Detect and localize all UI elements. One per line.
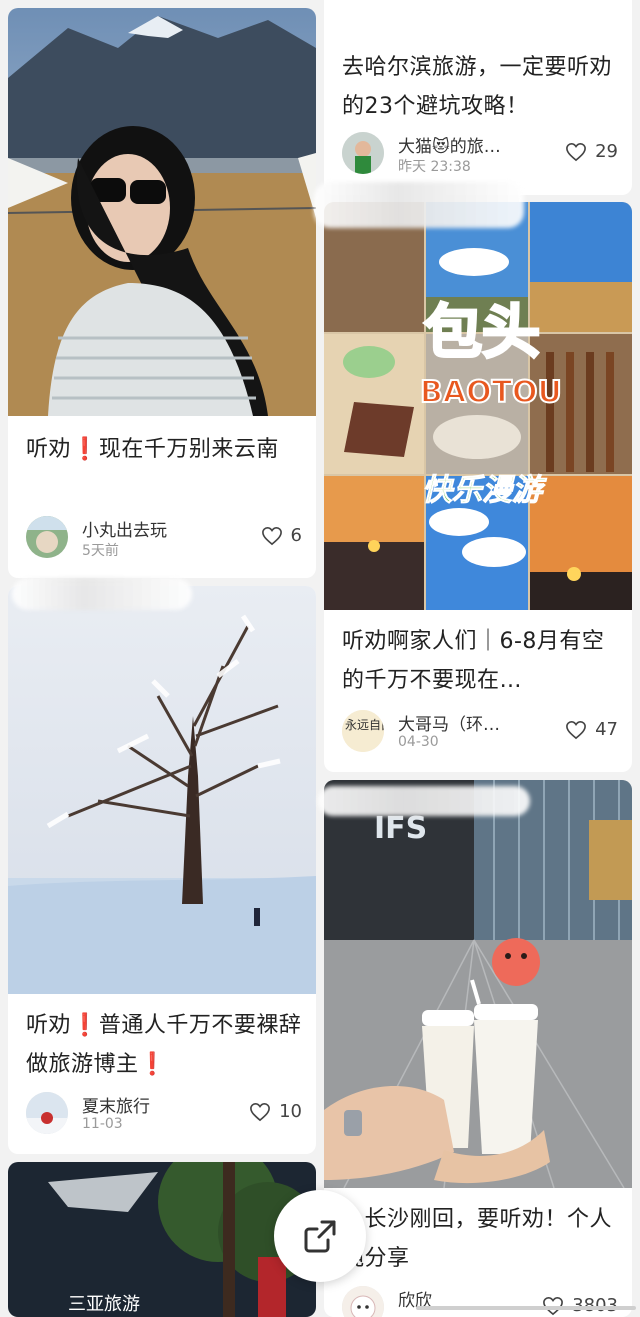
feed-card-yunnan[interactable]: 听劝❗现在千万别来云南 小丸出去玩 5天前 6 xyxy=(8,8,316,578)
card-title: 去哈尔滨旅游，一定要听劝的23个避坑攻略！ xyxy=(342,55,613,119)
share-external-icon xyxy=(304,1220,336,1253)
image-title-text: 包头 xyxy=(424,298,540,366)
like-count: 29 xyxy=(595,141,618,162)
author-name[interactable]: 大哥马（环… xyxy=(398,710,500,735)
feed-card-harbin[interactable]: 去哈尔滨旅游，一定要听劝的23个避坑攻略！ 大猫😻的旅… 昨天 23:38 29 xyxy=(324,0,632,195)
feed-card-sanya[interactable]: 三亚旅游 xyxy=(8,1162,316,1317)
like-button[interactable]: 6 xyxy=(261,525,302,546)
card-title: 听劝❗普通人千万不要裸辞做旅游博主❗ xyxy=(26,1013,302,1077)
privacy-blur xyxy=(314,182,524,228)
card-meta: 欣欣 3803 xyxy=(342,1286,618,1317)
heart-outline-icon xyxy=(261,526,282,545)
image-subtitle-text: BAOTOU xyxy=(420,375,562,410)
card-meta: 大猫😻的旅… 昨天 23:38 29 xyxy=(342,132,618,178)
card-meta: 小丸出去玩 5天前 6 xyxy=(26,516,302,562)
card-title: 人长沙刚回，要听劝！个人纯分享 xyxy=(342,1207,613,1271)
avatar[interactable] xyxy=(26,516,68,558)
like-count: 10 xyxy=(279,1101,302,1122)
card-title: 听劝❗现在千万别来云南 xyxy=(26,437,279,462)
avatar[interactable] xyxy=(342,132,384,174)
privacy-blur xyxy=(12,578,192,610)
like-count: 6 xyxy=(290,525,302,546)
card-image xyxy=(8,586,316,994)
exclamation-icon: ❗ xyxy=(71,437,99,462)
post-time: 11-03 xyxy=(82,1116,123,1132)
feed-card-blogger[interactable]: 听劝❗普通人千万不要裸辞做旅游博主❗ 夏末旅行 11-03 10 xyxy=(8,586,316,1154)
exclamation-icon: ❗ xyxy=(71,1013,99,1038)
like-button[interactable]: 10 xyxy=(249,1101,302,1122)
author-name[interactable]: 大猫😻的旅… xyxy=(398,132,501,157)
feed-card-baotou[interactable]: 包头 BAOTOU 快乐漫游 听劝啊家人们｜6-8月有空的千万不要现在… 永远自… xyxy=(324,202,632,772)
image-script-text: 快乐漫游 xyxy=(422,473,547,508)
card-meta: 永远自由 大哥马（环… 04-30 47 xyxy=(342,710,618,756)
image-text: 三亚旅游 xyxy=(68,1294,140,1315)
like-count: 47 xyxy=(595,719,618,740)
like-button[interactable]: 29 xyxy=(565,141,618,162)
avatar[interactable]: 永远自由 xyxy=(342,710,384,752)
post-time: 04-30 xyxy=(398,734,439,750)
card-image: 包头 BAOTOU 快乐漫游 xyxy=(324,202,632,610)
avatar-text: 永远自由 xyxy=(345,718,384,732)
post-time: 昨天 23:38 xyxy=(398,159,471,175)
exclamation-icon: ❗ xyxy=(138,1052,167,1077)
avatar[interactable] xyxy=(26,1092,68,1134)
share-button[interactable] xyxy=(274,1190,366,1282)
author-name[interactable]: 小丸出去玩 xyxy=(82,516,167,541)
card-meta: 夏末旅行 11-03 10 xyxy=(26,1092,302,1138)
heart-outline-icon xyxy=(566,720,587,739)
like-button[interactable]: 47 xyxy=(565,719,618,740)
privacy-blur xyxy=(318,786,530,816)
card-image xyxy=(8,8,316,416)
author-name[interactable]: 夏末旅行 xyxy=(82,1092,150,1117)
card-title: 听劝啊家人们｜6-8月有空的千万不要现在… xyxy=(342,629,605,693)
building-sign-text: IFS xyxy=(374,811,427,846)
heart-outline-icon xyxy=(566,142,587,161)
post-time: 5天前 xyxy=(82,543,119,559)
card-image: 三亚旅游 xyxy=(8,1162,316,1317)
scrollbar[interactable] xyxy=(416,1306,636,1310)
heart-outline-icon xyxy=(250,1102,271,1121)
feed-card-changsha[interactable]: IFS 人长沙刚回，要听劝！个人纯分享 欣欣 38 xyxy=(324,780,632,1317)
avatar[interactable] xyxy=(342,1286,384,1317)
card-image: IFS xyxy=(324,780,632,1188)
